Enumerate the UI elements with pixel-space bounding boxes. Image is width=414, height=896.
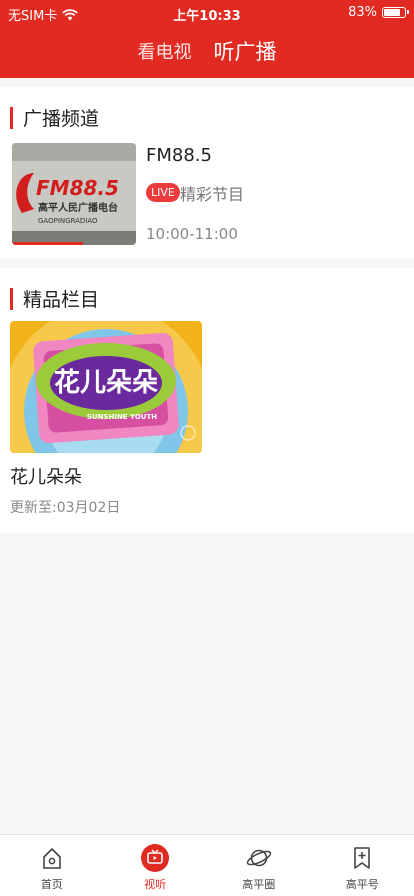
battery-icon bbox=[382, 7, 409, 18]
program-title: 花儿朵朵 bbox=[10, 467, 82, 488]
featured-programs-section: 精品栏目 花儿朵朵 SUNSHINE YOUTH 花儿朵朵 更新至:03月02日 bbox=[0, 268, 414, 533]
program-logo-subtitle: SUNSHINE YOUTH bbox=[87, 413, 157, 421]
nav-item-account[interactable]: 高平号 bbox=[311, 835, 414, 896]
section-accent-bar bbox=[10, 287, 13, 310]
planet-icon bbox=[244, 843, 274, 873]
section-title: 精品栏目 bbox=[23, 289, 100, 311]
nav-item-media[interactable]: 视听 bbox=[104, 835, 208, 896]
program-cover-image: 花儿朵朵 SUNSHINE YOUTH bbox=[10, 321, 202, 453]
channel-name: FM88.5 bbox=[146, 145, 212, 166]
channel-thumbnail-image: FM88.5 高平人民广播电台 GAOPINGRADIAO bbox=[12, 143, 136, 245]
nav-label-account: 高平号 bbox=[345, 878, 379, 891]
section-header: 广播频道 bbox=[10, 104, 99, 131]
thumb-subtitle: 高平人民广播电台 bbox=[38, 201, 118, 214]
battery-level-fill bbox=[384, 9, 400, 16]
featured-program-card[interactable]: 花儿朵朵 SUNSHINE YOUTH 花儿朵朵 更新至:03月02日 bbox=[10, 321, 202, 517]
nav-label-media: 视听 bbox=[144, 878, 167, 891]
tab-tv[interactable]: 看电视 bbox=[138, 38, 192, 64]
tv-icon bbox=[140, 843, 170, 873]
bottom-navigation: 首页 视听 高平圈 高平号 bbox=[0, 834, 414, 896]
program-logo-text: 花儿朵朵 bbox=[54, 368, 158, 398]
section-title: 广播频道 bbox=[23, 108, 100, 130]
playback-progress-bar bbox=[12, 242, 83, 245]
home-icon bbox=[37, 843, 67, 873]
bookmark-plus-icon bbox=[347, 843, 377, 873]
radio-channel-card[interactable]: FM88.5 高平人民广播电台 GAOPINGRADIAO FM88.5 LIV… bbox=[12, 143, 402, 247]
header-tabs: 看电视 听广播 bbox=[0, 36, 414, 66]
battery-percent: 83% bbox=[348, 5, 377, 20]
thumb-brand-text: FM88.5 bbox=[36, 176, 119, 200]
section-header: 精品栏目 bbox=[10, 285, 99, 312]
status-bar: 无SIM卡 上午10:33 83% bbox=[0, 0, 414, 26]
top-header: 无SIM卡 上午10:33 83% 看电视 听广播 bbox=[0, 0, 414, 78]
nav-item-home[interactable]: 首页 bbox=[0, 835, 104, 896]
nav-label-home: 首页 bbox=[40, 878, 63, 891]
live-badge: LIVE bbox=[146, 183, 180, 202]
channel-thumbnail[interactable]: FM88.5 高平人民广播电台 GAOPINGRADIAO bbox=[12, 143, 136, 245]
tab-radio[interactable]: 听广播 bbox=[214, 36, 277, 66]
section-accent-bar bbox=[10, 106, 13, 129]
nav-label-circle: 高平圈 bbox=[242, 878, 276, 891]
thumb-url: GAOPINGRADIAO bbox=[38, 217, 98, 225]
nav-item-circle[interactable]: 高平圈 bbox=[207, 835, 311, 896]
program-cover[interactable]: 花儿朵朵 SUNSHINE YOUTH bbox=[10, 321, 202, 453]
program-time: 10:00-11:00 bbox=[146, 225, 238, 243]
program-name: 精彩节目 bbox=[180, 185, 245, 204]
status-right: 83% bbox=[348, 5, 409, 20]
program-update-date: 更新至:03月02日 bbox=[10, 500, 121, 516]
radio-channels-section: 广播频道 FM88.5 高平人民广播电台 GAOPINGRADIAO FM88.… bbox=[0, 87, 414, 259]
